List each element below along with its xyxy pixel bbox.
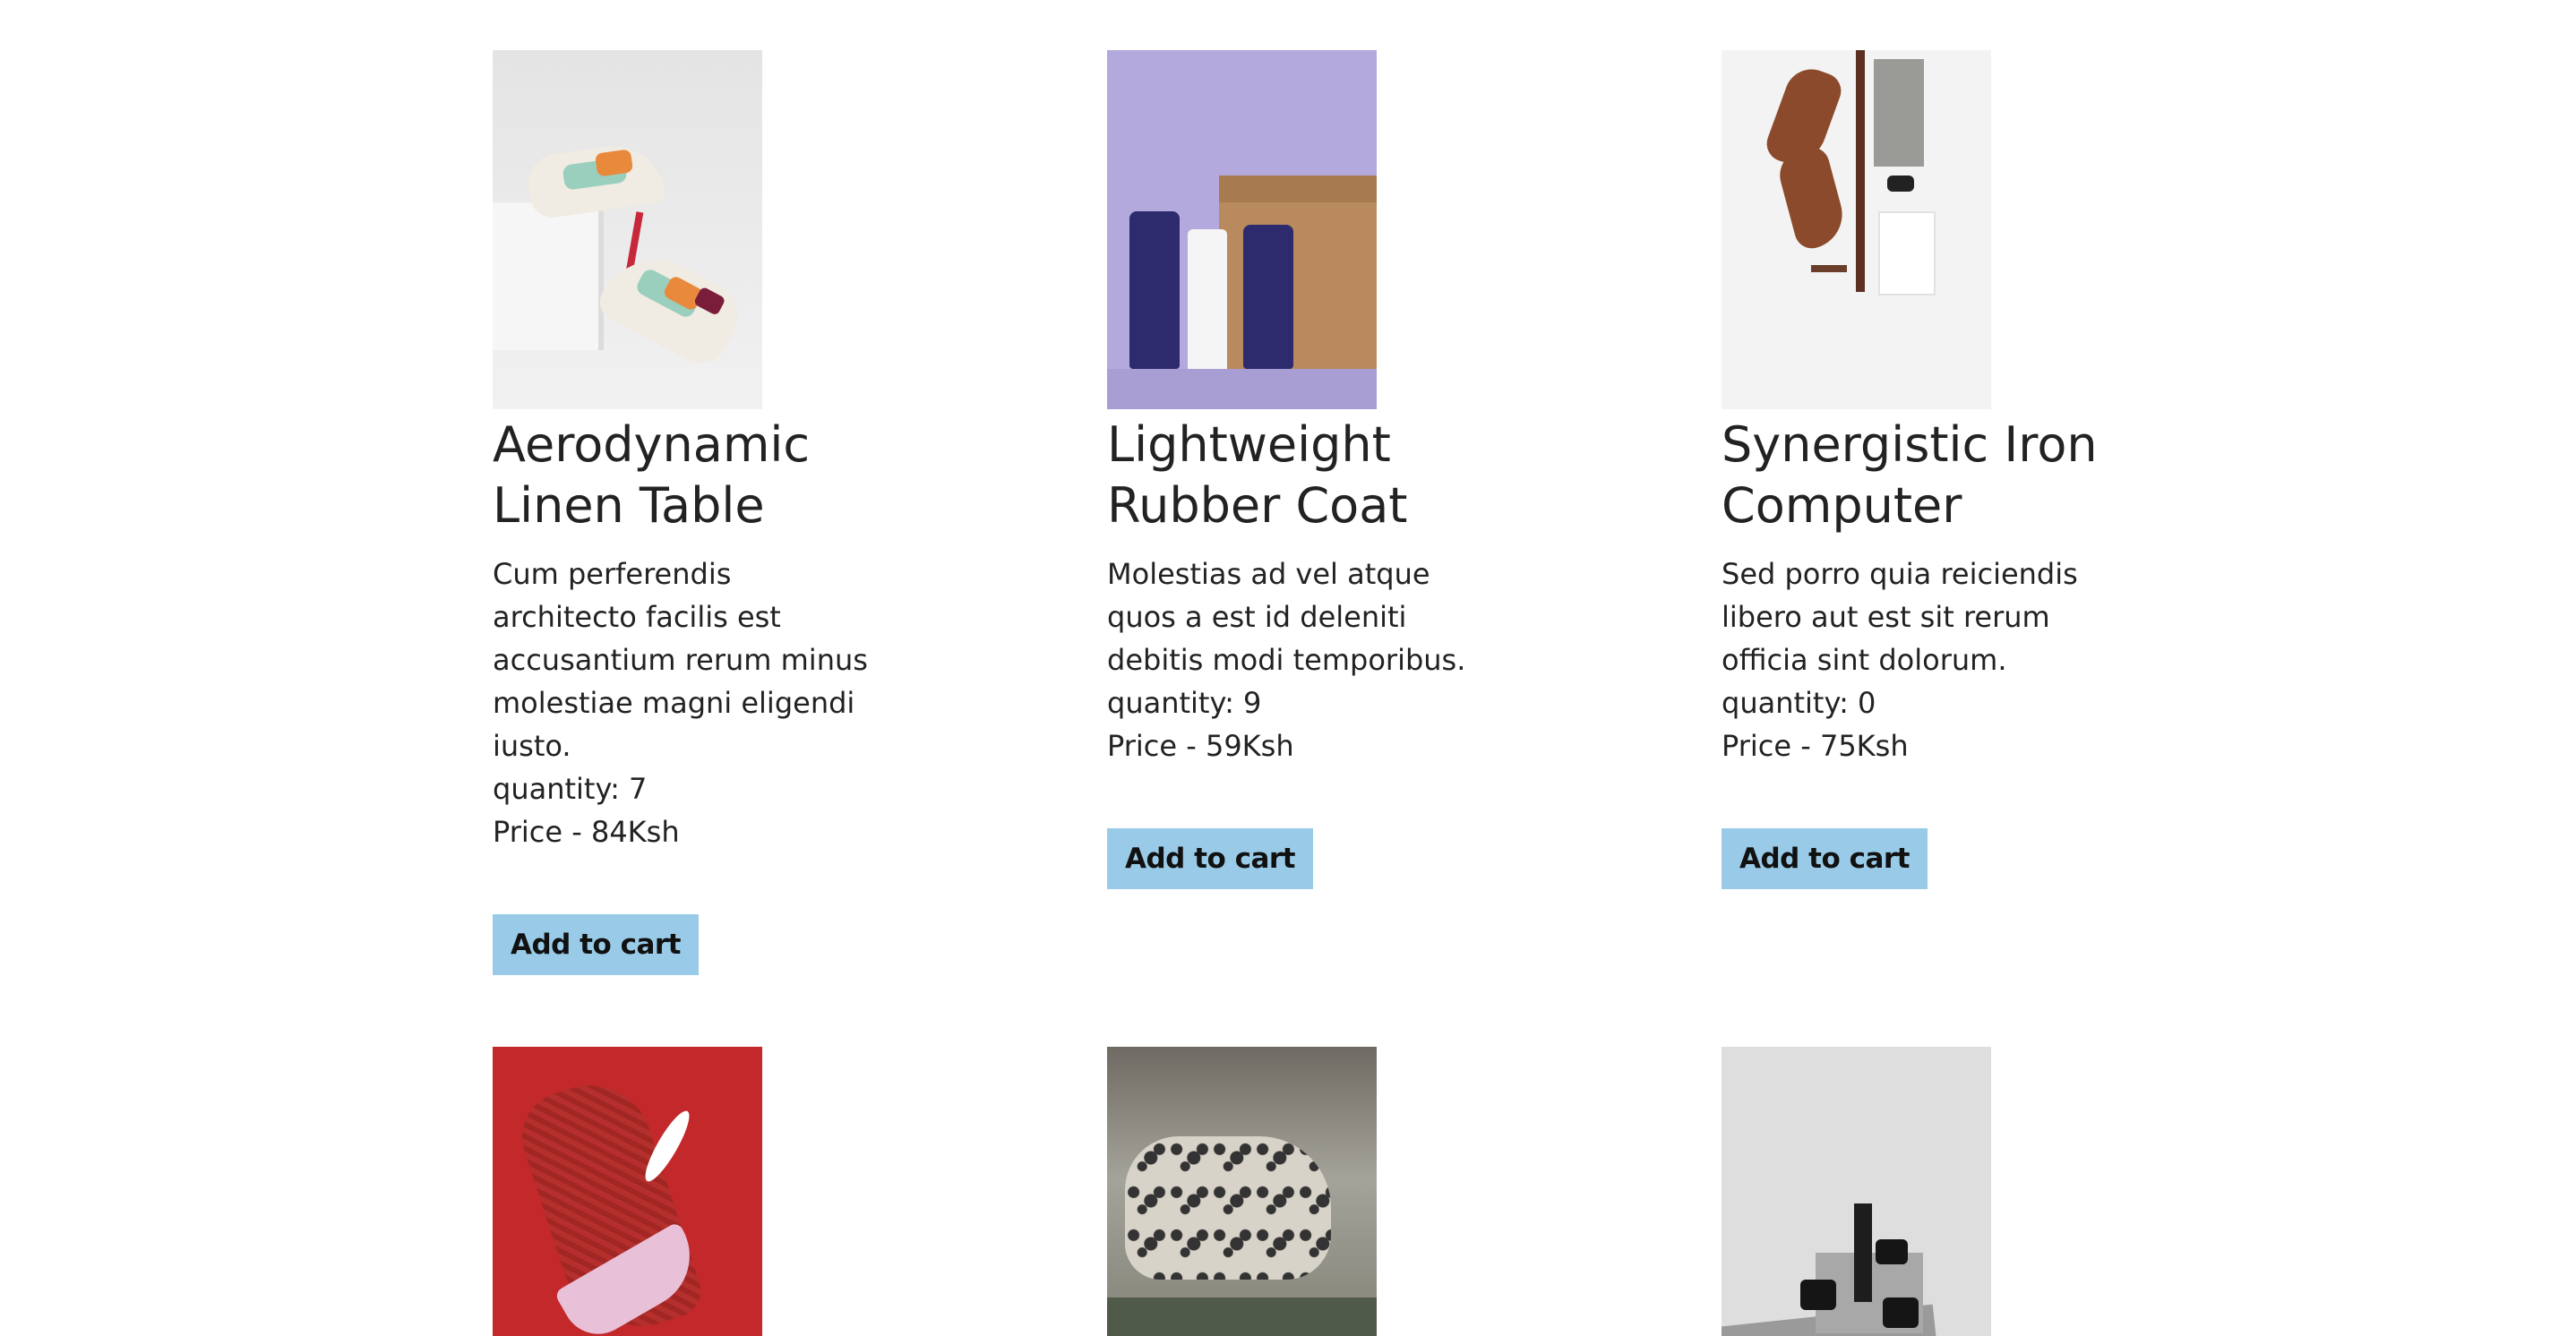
product-image[interactable] <box>1107 1047 1377 1336</box>
tube-shape <box>1129 211 1180 369</box>
product-title: Aerodynamic Linen Table <box>493 416 811 534</box>
product-quantity: quantity: 9 <box>1107 686 1262 720</box>
product-image[interactable] <box>493 1047 762 1336</box>
product-description: Sed porro quia reiciendis libero aut est… <box>1722 557 2078 677</box>
bottle-shape <box>1854 1203 1872 1302</box>
product-price: Price - 59Ksh <box>1107 729 1294 763</box>
sunglasses-shape <box>1887 176 1914 192</box>
boot-shape <box>1773 143 1850 253</box>
watch-shape <box>1811 265 1847 272</box>
leopard-shape <box>1125 1136 1331 1280</box>
product-title: Synergistic Iron Computer <box>1722 416 2098 534</box>
add-to-cart-button[interactable]: Add to cart <box>1722 828 1928 889</box>
product-quantity: quantity: 0 <box>1722 686 1876 720</box>
jar-shape <box>1883 1297 1919 1328</box>
jar-shape <box>1800 1280 1836 1310</box>
sneaker-shape <box>593 238 751 373</box>
product-price: Price - 84Ksh <box>493 815 680 849</box>
product-image[interactable] <box>1107 50 1377 409</box>
pants-shape <box>1874 59 1924 167</box>
product-card <box>493 1047 905 1336</box>
surface-shape <box>1107 369 1377 409</box>
add-to-cart-button[interactable]: Add to cart <box>493 914 699 975</box>
product-card <box>1722 1047 2134 1336</box>
display-box-shape <box>493 202 598 350</box>
product-price: Price - 75Ksh <box>1722 729 1909 763</box>
product-description: Molestias ad vel atque quos a est id del… <box>1107 557 1466 677</box>
rock-shape <box>1107 1297 1377 1336</box>
add-to-cart-button[interactable]: Add to cart <box>1107 828 1313 889</box>
tshirt-shape <box>1878 211 1936 295</box>
product-card: Synergistic Iron Computer Sed porro quia… <box>1722 50 2134 975</box>
tube-shape <box>1243 225 1293 369</box>
bottle-shape <box>1188 229 1227 378</box>
product-title: Lightweight Rubber Coat <box>1107 416 1408 534</box>
product-image[interactable] <box>1722 1047 1991 1336</box>
belt-shape <box>1856 50 1865 292</box>
jar-shape <box>1876 1239 1908 1264</box>
sneaker-shape <box>524 139 667 221</box>
product-card <box>1107 1047 1519 1336</box>
product-quantity: quantity: 7 <box>493 772 648 806</box>
product-card: Lightweight Rubber Coat Molestias ad vel… <box>1107 50 1519 975</box>
product-description: Cum perferendis architecto facilis est a… <box>493 557 868 763</box>
product-grid: Aerodynamic Linen Table Cum perferendis … <box>493 50 2194 1336</box>
product-image[interactable] <box>493 50 762 409</box>
product-card: Aerodynamic Linen Table Cum perferendis … <box>493 50 905 975</box>
product-image[interactable] <box>1722 50 1991 409</box>
